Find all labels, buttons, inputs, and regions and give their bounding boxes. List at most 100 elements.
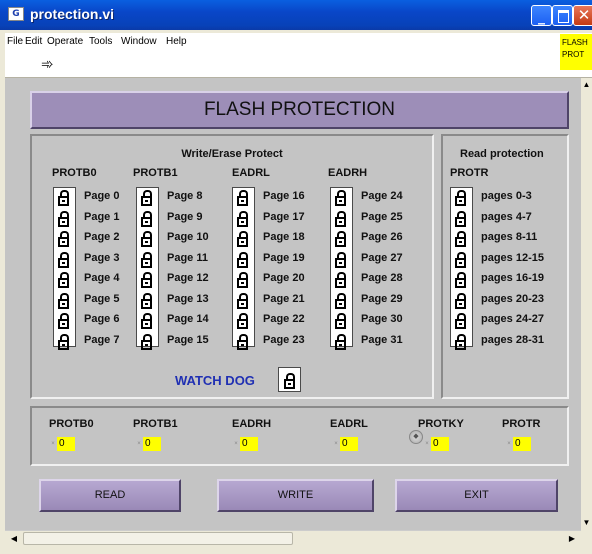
numeric-indicator[interactable]: × 0 [135, 437, 161, 451]
column-label: EADRH [328, 167, 368, 179]
radix-icon[interactable]: × [135, 437, 143, 451]
write-button[interactable]: WRITE [217, 479, 374, 512]
run-arrow-icon[interactable]: ➾ [41, 55, 54, 73]
lock-icon[interactable] [141, 272, 152, 288]
lock-icon[interactable] [455, 272, 466, 288]
watchdog-toggle[interactable] [278, 367, 301, 392]
labview-app-icon[interactable]: G [8, 7, 24, 21]
lock-icon[interactable] [237, 231, 248, 247]
scroll-thumb[interactable] [23, 532, 293, 545]
lock-icon[interactable] [455, 251, 466, 268]
lock-icon[interactable] [237, 190, 248, 206]
lock-icon[interactable] [335, 210, 346, 227]
page-label: Page 22 [263, 313, 305, 325]
lock-icon[interactable] [58, 190, 69, 206]
protky-dial-icon[interactable]: ◆ [409, 430, 423, 444]
scroll-right-icon[interactable]: ▶ [565, 532, 579, 546]
page-label: Page 7 [84, 333, 120, 346]
lock-icon[interactable] [335, 251, 346, 268]
lock-icon [284, 373, 295, 389]
lock-icon[interactable] [58, 272, 69, 288]
lock-icon[interactable] [455, 333, 466, 350]
lock-icon[interactable] [237, 251, 248, 268]
numeric-indicator[interactable]: × 0 [332, 437, 358, 451]
column-label: PROTB1 [133, 167, 178, 179]
read-button[interactable]: READ [39, 479, 181, 512]
close-button[interactable]: ✕ [573, 5, 592, 26]
lock-icon[interactable] [141, 210, 152, 227]
watchdog-label: WATCH DOG [175, 373, 255, 388]
menu-operate[interactable]: Operate [47, 36, 83, 47]
lock-icon[interactable] [237, 210, 248, 227]
lock-icon[interactable] [58, 333, 69, 350]
radix-icon[interactable]: × [232, 437, 240, 451]
lock-icon[interactable] [455, 231, 466, 247]
exit-button[interactable]: EXIT [395, 479, 558, 512]
radix-icon[interactable]: × [332, 437, 340, 451]
write-erase-title: Write/Erase Protect [181, 148, 283, 160]
radix-icon[interactable]: × [505, 437, 513, 451]
page-label: Page 29 [361, 292, 403, 305]
lock-icon[interactable] [141, 333, 152, 350]
radix-icon[interactable]: × [49, 437, 57, 451]
lock-icon[interactable] [141, 251, 152, 268]
lock-icon[interactable] [141, 313, 152, 329]
scroll-left-icon[interactable]: ◀ [7, 532, 21, 546]
lock-icon[interactable] [58, 231, 69, 247]
indicator-value: 0 [431, 437, 449, 451]
indicator-value: 0 [143, 437, 161, 451]
numeric-indicator[interactable]: × 0 [505, 437, 531, 451]
page-label: pages 28-31 [481, 333, 544, 346]
flash-prot-note: FLASH PROT [560, 34, 592, 70]
numeric-indicator[interactable]: × 0 [49, 437, 75, 451]
lock-icon[interactable] [237, 292, 248, 309]
lock-icon[interactable] [335, 333, 346, 350]
column-label: PROTB0 [52, 167, 97, 179]
lock-icon[interactable] [335, 313, 346, 329]
lock-icon[interactable] [237, 272, 248, 288]
minimize-button[interactable]: _ [531, 5, 552, 26]
indicator-value: 0 [240, 437, 258, 451]
lock-icon[interactable] [237, 313, 248, 329]
lock-icon[interactable] [455, 313, 466, 329]
lock-icon[interactable] [455, 292, 466, 309]
page-label: Page 20 [263, 272, 305, 284]
indicator-label: EADRL [330, 418, 368, 430]
lock-icon[interactable] [141, 231, 152, 247]
lock-icon[interactable] [237, 333, 248, 350]
lock-icon[interactable] [141, 292, 152, 309]
lock-icon[interactable] [141, 190, 152, 206]
page-label: Page 24 [361, 190, 403, 202]
lock-icon[interactable] [335, 292, 346, 309]
scroll-down-icon[interactable]: ▼ [581, 516, 592, 530]
horizontal-scrollbar[interactable]: ◀ ▶ [5, 530, 581, 547]
lock-icon[interactable] [455, 190, 466, 206]
lock-icon[interactable] [335, 231, 346, 247]
menu-tools[interactable]: Tools [89, 36, 112, 47]
lock-icon[interactable] [455, 210, 466, 227]
numeric-indicator[interactable]: × 0 [423, 437, 449, 451]
lock-icon[interactable] [58, 251, 69, 268]
lock-icon[interactable] [58, 210, 69, 227]
page-label: pages 24-27 [481, 313, 544, 325]
radix-icon[interactable]: × [423, 437, 431, 451]
scroll-up-icon[interactable]: ▲ [581, 78, 592, 92]
page-label: Page 9 [167, 210, 203, 223]
menu-edit[interactable]: Edit [25, 36, 42, 47]
menu-window[interactable]: Window [121, 36, 157, 47]
lock-icon[interactable] [58, 313, 69, 329]
vertical-scrollbar[interactable]: ▲ ▼ [581, 78, 592, 530]
menu-help[interactable]: Help [166, 36, 187, 47]
column-label: PROTR [450, 167, 489, 179]
page-label: Page 10 [167, 231, 209, 243]
page-label: Page 19 [263, 251, 305, 264]
maximize-button[interactable] [552, 5, 573, 26]
menu-file[interactable]: File [7, 36, 23, 47]
lock-icon[interactable] [58, 292, 69, 309]
lock-icon[interactable] [335, 272, 346, 288]
numeric-indicator[interactable]: × 0 [232, 437, 258, 451]
page-label: Page 31 [361, 333, 403, 346]
page-label: Page 28 [361, 272, 403, 284]
lock-icon[interactable] [335, 190, 346, 206]
title-bar: G protection.vi _ ✕ [0, 0, 592, 30]
